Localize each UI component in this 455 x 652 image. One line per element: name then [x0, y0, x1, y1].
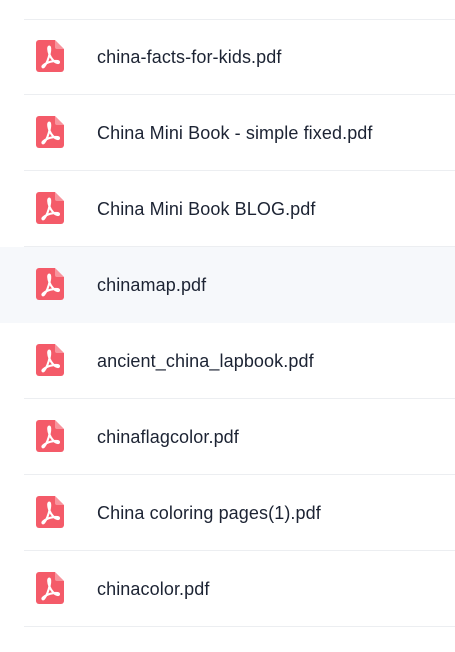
- file-name: chinacolor.pdf: [97, 579, 210, 599]
- pdf-file-icon: [36, 116, 64, 148]
- file-name: ancient_china_lapbook.pdf: [97, 351, 314, 371]
- file-name: chinaflagcolor.pdf: [97, 427, 239, 447]
- pdf-file-icon: [36, 420, 64, 452]
- file-row[interactable]: chinamap.pdf: [0, 247, 455, 323]
- pdf-file-icon: [36, 192, 64, 224]
- file-row[interactable]: China coloring pages(1).pdf: [0, 475, 455, 551]
- pdf-file-icon: [36, 40, 64, 72]
- file-name: China Mini Book - simple fixed.pdf: [97, 123, 373, 143]
- file-name: china-facts-for-kids.pdf: [97, 47, 282, 67]
- file-row[interactable]: chinaflagcolor.pdf: [0, 399, 455, 475]
- file-name: China coloring pages(1).pdf: [97, 503, 321, 523]
- file-row[interactable]: ancient_china_lapbook.pdf: [0, 323, 455, 399]
- list-divider: [24, 626, 455, 627]
- pdf-file-icon: [36, 572, 64, 604]
- file-row[interactable]: chinacolor.pdf: [0, 551, 455, 627]
- file-name: chinamap.pdf: [97, 275, 207, 295]
- file-row[interactable]: China Mini Book BLOG.pdf: [0, 171, 455, 247]
- pdf-file-icon: [36, 496, 64, 528]
- file-name: China Mini Book BLOG.pdf: [97, 199, 316, 219]
- pdf-file-icon: [36, 344, 64, 376]
- file-row[interactable]: China Mini Book - simple fixed.pdf: [0, 95, 455, 171]
- pdf-file-icon: [36, 268, 64, 300]
- file-list: china-facts-for-kids.pdf China Mini Book …: [0, 0, 455, 652]
- file-row[interactable]: china-facts-for-kids.pdf: [0, 19, 455, 95]
